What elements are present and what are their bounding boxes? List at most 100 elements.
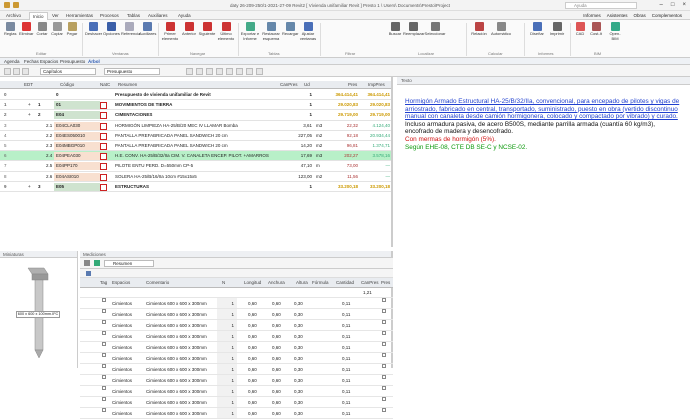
header-code[interactable]: Código bbox=[60, 82, 74, 87]
cad-button[interactable]: CAD bbox=[574, 22, 586, 37]
back-icon[interactable] bbox=[4, 68, 11, 75]
measurement-row[interactable]: Cimientos Cimientos 600 x 600 x 300mm 1 0,6… bbox=[80, 386, 393, 397]
close-icon[interactable]: × bbox=[682, 2, 686, 8]
save-icon[interactable] bbox=[4, 2, 10, 8]
tree-view-icon[interactable] bbox=[206, 68, 213, 75]
view-select[interactable]: Capítulos bbox=[40, 68, 96, 75]
header-longitud[interactable]: Longitud bbox=[244, 280, 261, 285]
header-summary[interactable]: Resumen bbox=[118, 82, 137, 87]
restore-layout-button[interactable]: Restaurar esquema bbox=[261, 22, 281, 41]
header-comentario[interactable]: Comentario bbox=[146, 280, 169, 285]
next-button[interactable]: Siguiente bbox=[198, 22, 216, 37]
search-button[interactable]: Buscar bbox=[388, 22, 402, 37]
header-canpres[interactable]: CanPres bbox=[361, 280, 379, 285]
measurement-row[interactable]: Cimientos Cimientos 600 x 600 x 300mm 1 0,6… bbox=[80, 364, 393, 375]
design-button[interactable]: Diseñar bbox=[528, 22, 546, 37]
measurement-row[interactable]: Cimientos Cimientos 600 x 600 x 300mm 1 0,6… bbox=[80, 331, 393, 342]
tree-row[interactable]: 3 2.1 E04CLA030 HORMIGÓN LIMPIEZA HA-25/B/2… bbox=[0, 121, 391, 131]
header-formula[interactable]: Fórmula bbox=[312, 280, 329, 285]
add-icon[interactable] bbox=[94, 260, 100, 266]
last-element-button[interactable]: Último elemento bbox=[217, 22, 235, 41]
back-icon[interactable] bbox=[84, 260, 90, 266]
header-tag[interactable]: Tag bbox=[100, 280, 107, 285]
print-button[interactable]: Imprimir bbox=[548, 22, 566, 37]
menu-tab-complementos[interactable]: Complementos bbox=[652, 13, 682, 18]
maximize-icon[interactable]: □ bbox=[671, 2, 675, 8]
tab-espacios[interactable]: Espacios bbox=[40, 59, 58, 64]
filter-select[interactable]: Resumen bbox=[104, 260, 154, 267]
filter-icon[interactable] bbox=[22, 68, 29, 75]
undo-button[interactable]: Deshacer bbox=[85, 22, 102, 37]
measurement-row[interactable]: Cimientos Cimientos 600 x 600 x 300mm 1 0,6… bbox=[80, 375, 393, 386]
menu-tab-ver[interactable]: Ver bbox=[52, 13, 59, 18]
tab-presupuesto[interactable]: Presupuesto bbox=[60, 59, 85, 64]
automatic-button[interactable]: Automático bbox=[490, 22, 512, 37]
menu-tab-procesos[interactable]: Procesos bbox=[100, 13, 119, 18]
undo-icon[interactable] bbox=[13, 2, 19, 8]
auxiliaries-button[interactable]: Auxiliares bbox=[139, 22, 156, 37]
open-bim-button[interactable]: Open-BIM bbox=[606, 22, 624, 41]
header-espacios[interactable]: Espacios bbox=[112, 280, 130, 285]
menu-tab-informes[interactable]: Informes bbox=[583, 13, 601, 18]
measurement-row[interactable]: Cimientos Cimientos 600 x 600 x 300mm 1 0,6… bbox=[80, 320, 393, 331]
header-anchura[interactable]: Anchura bbox=[268, 280, 285, 285]
row-expand-icon[interactable]: + bbox=[28, 110, 31, 120]
sort-icon[interactable] bbox=[246, 68, 253, 75]
tab-arbol[interactable]: Árbol bbox=[88, 59, 100, 64]
row-expand-icon[interactable]: + bbox=[28, 100, 31, 110]
first-element-button[interactable]: Primer elemento bbox=[160, 22, 180, 41]
header-natc[interactable]: NatC bbox=[100, 82, 110, 87]
menu-tab-tablas[interactable]: Tablas bbox=[127, 13, 140, 18]
relation-button[interactable]: Relación bbox=[470, 22, 488, 37]
cost-it-button[interactable]: Cost-It bbox=[588, 22, 604, 37]
menu-tab-obras[interactable]: Obras bbox=[633, 13, 645, 18]
text-panel-body[interactable]: Hormigón Armado Estructural HA-25/B/32/I… bbox=[405, 98, 685, 151]
header-pres[interactable]: Pres bbox=[381, 280, 390, 285]
tree-row[interactable]: 9 +3 E05 ESTRUCTURAS 1 33.200,18 33.200,18 bbox=[0, 182, 391, 192]
header-altura[interactable]: Altura bbox=[296, 280, 308, 285]
select-button[interactable]: Seleccionar bbox=[424, 22, 446, 37]
menu-tab-ayuda[interactable]: Ayuda bbox=[178, 13, 191, 18]
menu-tab-herramientas[interactable]: Herramientas bbox=[66, 13, 93, 18]
expand-icon[interactable] bbox=[216, 68, 223, 75]
previous-button[interactable]: Anterior bbox=[181, 22, 197, 37]
measurement-row[interactable]: Cimientos Cimientos 600 x 600 x 300mm 1 0,6… bbox=[80, 353, 393, 364]
reference-button[interactable]: Referencia bbox=[121, 22, 140, 37]
menu-tab-auxiliares[interactable]: Auxiliares bbox=[148, 13, 168, 18]
export-report-button[interactable]: Exportar e Informe bbox=[240, 22, 260, 41]
measurement-row[interactable]: Cimientos Cimientos 600 x 600 x 300mm 1 0,6… bbox=[80, 309, 393, 320]
tree-row[interactable]: 2 +2 E04 CIMENTACIONES 1 29.719,00 29.719,00 bbox=[0, 110, 391, 121]
header-cantidad[interactable]: Cantidad bbox=[336, 280, 354, 285]
tree-row[interactable]: 0 0 Presupuesto de vivienda unifamiliar de… bbox=[0, 90, 391, 101]
help-search-input[interactable]: Ayuda bbox=[565, 2, 637, 9]
measurement-row[interactable]: Cimientos Cimientos 600 x 600 x 300mm 1 0,6… bbox=[80, 298, 393, 309]
filter-icon[interactable] bbox=[86, 271, 91, 276]
header-imppres[interactable]: ImpPres bbox=[368, 82, 385, 87]
menu-tab-inicio[interactable]: Inicio bbox=[29, 12, 48, 20]
tree-row[interactable]: 6 2.4 E04PEA030 H.E. CONV. HA-25/B/32/IIa C… bbox=[0, 151, 391, 162]
tab-fechas[interactable]: Fechas bbox=[24, 59, 39, 64]
header-ud[interactable]: Ud bbox=[304, 82, 310, 87]
delete-button[interactable]: Eliminar bbox=[19, 22, 33, 37]
header-pres[interactable]: Pres bbox=[348, 82, 357, 87]
options-button[interactable]: Opciones bbox=[103, 22, 120, 37]
quick-access-toolbar[interactable] bbox=[4, 2, 19, 8]
tree-row[interactable]: 7 2.5 E04PP170 PILOTE ENTU PERD. D=550mm CP… bbox=[0, 161, 391, 172]
rules-button[interactable]: Reglas bbox=[4, 22, 16, 37]
menu-tab-asistentes[interactable]: Asistentes bbox=[607, 13, 628, 18]
minimize-icon[interactable]: – bbox=[660, 2, 663, 8]
paste-button[interactable]: Pegar bbox=[66, 22, 78, 37]
tree-row[interactable]: 4 2.2 E04ES050010 PANTALLA PREFABRICADA PAN… bbox=[0, 131, 391, 141]
tab-agenda[interactable]: Agenda bbox=[4, 59, 20, 64]
reload-button[interactable]: Recargar bbox=[282, 22, 298, 37]
collapse-icon[interactable] bbox=[226, 68, 233, 75]
grid-icon[interactable] bbox=[196, 68, 203, 75]
measurement-row[interactable]: Cimientos Cimientos 600 x 600 x 300mm 1 0,6… bbox=[80, 342, 393, 353]
header-edt[interactable]: EDT bbox=[24, 82, 33, 87]
tree-row[interactable]: 1 +1 01 MOVIMIENTOS DE TIERRA 1 29.020,83 29.0… bbox=[0, 100, 391, 111]
row-expand-icon[interactable]: + bbox=[28, 182, 31, 192]
measurement-row[interactable]: Cimientos Cimientos 600 x 600 x 300mm 1 0,6… bbox=[80, 408, 393, 419]
forward-icon[interactable] bbox=[13, 68, 20, 75]
measurement-row[interactable]: Cimientos Cimientos 600 x 600 x 300mm 1 0,6… bbox=[80, 397, 393, 408]
cut-button[interactable]: Cortar bbox=[36, 22, 48, 37]
